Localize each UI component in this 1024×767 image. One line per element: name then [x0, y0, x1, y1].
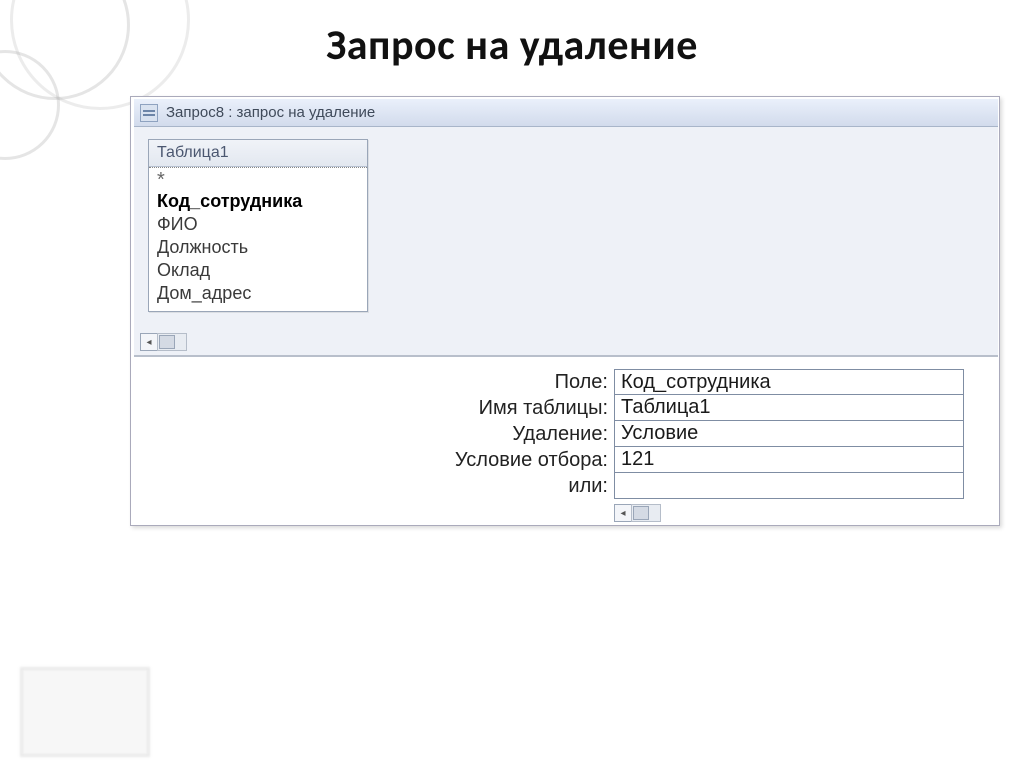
- query-designer-window: Запрос8 : запрос на удаление Таблица1 * …: [134, 99, 998, 525]
- label-table: Имя таблицы:: [134, 395, 614, 421]
- grid-row-or: или:: [134, 473, 998, 499]
- grid-row-delete: Удаление: Условие: [134, 421, 998, 447]
- grid-row-table: Имя таблицы: Таблица1: [134, 395, 998, 421]
- cell-or[interactable]: [614, 472, 964, 499]
- scroll-thumb[interactable]: [633, 506, 649, 520]
- cell-delete[interactable]: Условие: [614, 420, 964, 447]
- field-item[interactable]: Должность: [155, 236, 361, 259]
- field-star[interactable]: *: [155, 170, 361, 190]
- window-titlebar[interactable]: Запрос8 : запрос на удаление: [134, 99, 998, 127]
- window-system-icon[interactable]: [140, 104, 158, 122]
- screenshot-frame: Запрос8 : запрос на удаление Таблица1 * …: [130, 96, 1000, 526]
- scroll-thumb[interactable]: [159, 335, 175, 349]
- field-pk[interactable]: Код_сотрудника: [155, 190, 361, 213]
- label-criteria: Условие отбора:: [134, 447, 614, 473]
- design-grid-pane: Поле: Код_сотрудника Имя таблицы: Таблиц…: [134, 357, 998, 525]
- label-or: или:: [134, 473, 614, 499]
- cell-field[interactable]: Код_сотрудника: [614, 369, 964, 395]
- grid-horizontal-scrollbar[interactable]: ◂: [614, 504, 704, 522]
- label-field: Поле:: [134, 369, 614, 395]
- field-list: * Код_сотрудника ФИО Должность Оклад Дом…: [149, 167, 367, 311]
- table-diagram-pane[interactable]: Таблица1 * Код_сотрудника ФИО Должность …: [134, 127, 998, 357]
- slide-title: Запрос на удаление: [0, 20, 1024, 71]
- table-box[interactable]: Таблица1 * Код_сотрудника ФИО Должность …: [148, 139, 368, 312]
- thumbnail-shadow: [20, 667, 150, 757]
- field-item[interactable]: Оклад: [155, 259, 361, 282]
- label-delete: Удаление:: [134, 421, 614, 447]
- scroll-track[interactable]: [631, 504, 661, 522]
- cell-table[interactable]: Таблица1: [614, 394, 964, 421]
- slide: Запрос на удаление Запрос8 : запрос на у…: [0, 0, 1024, 767]
- scroll-track[interactable]: [157, 333, 187, 351]
- scroll-left-icon[interactable]: ◂: [140, 333, 158, 351]
- scroll-left-icon[interactable]: ◂: [614, 504, 632, 522]
- window-title-text: Запрос8 : запрос на удаление: [166, 104, 375, 121]
- field-item[interactable]: ФИО: [155, 213, 361, 236]
- horizontal-scrollbar[interactable]: ◂: [140, 333, 992, 351]
- grid-row-field: Поле: Код_сотрудника: [134, 369, 998, 395]
- table-name-header[interactable]: Таблица1: [149, 140, 367, 167]
- cell-criteria[interactable]: 121: [614, 446, 964, 473]
- field-item[interactable]: Дом_адрес: [155, 282, 361, 305]
- grid-row-criteria: Условие отбора: 121: [134, 447, 998, 473]
